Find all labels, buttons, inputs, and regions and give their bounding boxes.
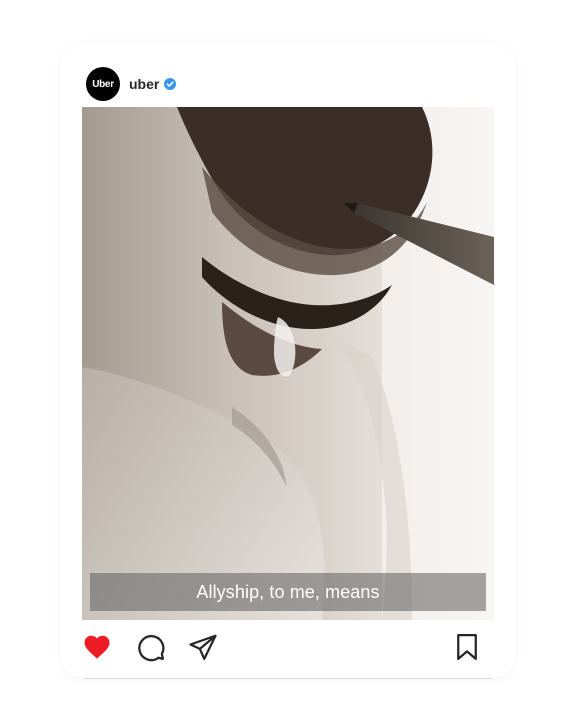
verified-badge-icon: [164, 78, 177, 90]
save-button[interactable]: [450, 630, 484, 664]
comment-button[interactable]: [134, 630, 168, 664]
heart-icon: [84, 635, 110, 659]
video-caption-text: Allyship, to me, means: [196, 581, 380, 602]
card-divider: [84, 678, 492, 679]
like-button[interactable]: [80, 630, 114, 664]
share-button[interactable]: [186, 630, 220, 664]
post-media[interactable]: Allyship, to me, means: [82, 107, 494, 620]
eye-makeup-photo: [82, 107, 494, 620]
comment-icon: [138, 635, 165, 662]
username[interactable]: uber: [129, 76, 159, 92]
post-header: Uber uber: [86, 67, 177, 101]
video-caption-bar: Allyship, to me, means: [90, 573, 486, 611]
bookmark-icon: [457, 634, 477, 660]
post-card: Uber uber Allyship, to me, means: [60, 42, 516, 679]
post-actions: [82, 630, 494, 664]
avatar[interactable]: Uber: [86, 67, 120, 101]
share-icon: [189, 634, 217, 660]
